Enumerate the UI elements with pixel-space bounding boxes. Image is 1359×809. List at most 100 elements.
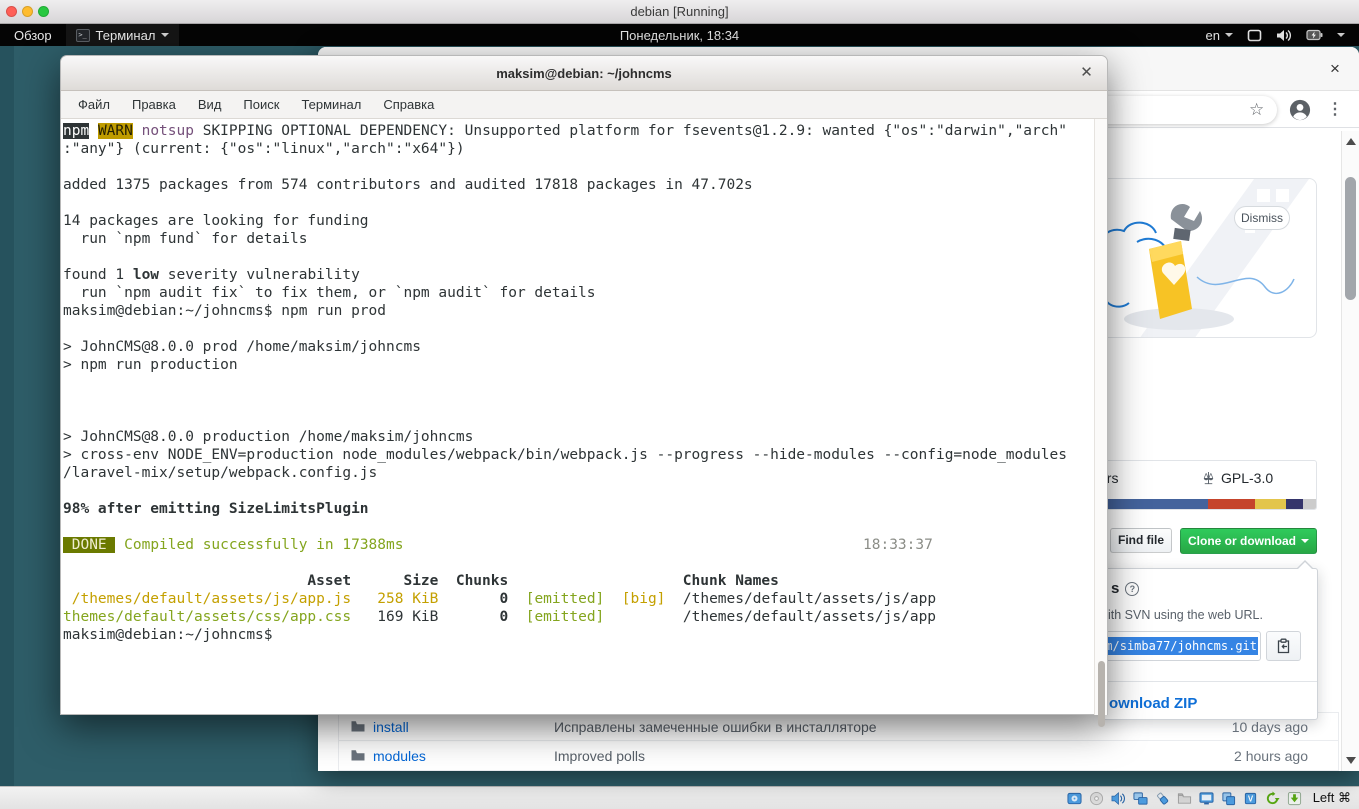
windows-icon: [1221, 791, 1236, 806]
terminal-scrollbar-thumb[interactable]: [1098, 661, 1105, 727]
screen-icon: [1247, 29, 1262, 42]
language-segment: [1286, 499, 1303, 509]
file-link[interactable]: modules: [373, 748, 426, 764]
app-menu-button[interactable]: >_ Терминал: [66, 24, 180, 46]
terminal-line: [63, 194, 1091, 212]
scrollbar-thumb[interactable]: [1345, 177, 1356, 300]
cpu-features-icon: V: [1243, 791, 1258, 806]
clone-button-label: Clone or download: [1188, 534, 1296, 548]
bookmark-star-icon[interactable]: ☆: [1249, 100, 1264, 120]
terminal-line: run `npm audit fix` to fix them, or `npm…: [63, 284, 1091, 302]
harddisk-icon: [1067, 791, 1082, 806]
app-menu-label: Терминал: [96, 28, 156, 43]
help-icon[interactable]: ?: [1125, 582, 1139, 596]
system-menu-chevron-icon[interactable]: [1337, 33, 1345, 37]
close-icon[interactable]: ×: [1325, 59, 1345, 79]
clipboard-icon: [1276, 638, 1291, 654]
page-scrollbar[interactable]: [1341, 131, 1359, 771]
language-segment: [1208, 499, 1255, 509]
terminal-line: themes/default/assets/css/app.css 169 Ki…: [63, 608, 1091, 626]
terminal-line: 98% after emitting SizeLimitsPlugin: [63, 500, 1091, 518]
clone-url-selected-text: m/simba77/johncms.git: [1104, 637, 1258, 655]
terminal-line: [63, 518, 1091, 536]
profile-avatar[interactable]: [1289, 99, 1311, 121]
terminal-scrollbar[interactable]: [1094, 119, 1107, 715]
terminal-line: DONE Compiled successfully in 17388ms18:…: [63, 536, 1091, 554]
terminal-line: > npm run production: [63, 356, 1091, 374]
terminal-line: > JohnCMS@8.0.0 production /home/maksim/…: [63, 428, 1091, 446]
mouse-integration-icon: [1265, 791, 1280, 806]
browser-menu-icon[interactable]: ⋮: [1327, 99, 1343, 119]
menu-item[interactable]: Файл: [67, 97, 121, 112]
license-stat[interactable]: GPL-3.0: [1201, 470, 1273, 486]
scroll-up-arrow-icon[interactable]: [1346, 138, 1356, 145]
battery-charging-icon[interactable]: [1306, 29, 1323, 41]
svg-text:V: V: [1248, 794, 1254, 803]
keyboard-layout-label: en: [1206, 28, 1220, 43]
commit-age: 2 hours ago: [1234, 748, 1308, 764]
terminal-line: found 1 low severity vulnerability: [63, 266, 1091, 284]
host-window-titlebar: debian [Running]: [0, 0, 1359, 24]
caret-down-icon: [1301, 539, 1309, 543]
folder-icon: [351, 749, 365, 762]
terminal-line: maksim@debian:~/johncms$: [63, 626, 1091, 644]
chevron-down-icon: [1225, 33, 1233, 37]
menu-item[interactable]: Вид: [187, 97, 233, 112]
terminal-menubar: ФайлПравкаВидПоискТерминалСправка: [61, 91, 1107, 119]
menu-item[interactable]: Поиск: [232, 97, 290, 112]
close-icon[interactable]: ✕: [1076, 63, 1097, 84]
find-file-button[interactable]: Find file: [1110, 528, 1172, 553]
terminal-line: > cross-env NODE_ENV=production node_mod…: [63, 446, 1091, 464]
clone-url-input[interactable]: m/simba77/johncms.git: [1101, 631, 1261, 661]
terminal-line: [63, 554, 1091, 572]
popover-caret: [1296, 560, 1314, 569]
table-row: modules Improved polls 2 hours ago: [338, 740, 1339, 771]
terminal-titlebar[interactable]: maksim@debian: ~/johncms ✕: [61, 56, 1107, 91]
shared-folder-icon: [1177, 791, 1192, 806]
commit-message[interactable]: Improved polls: [554, 748, 645, 764]
network-icon: [1133, 791, 1148, 806]
terminal-line: [63, 374, 1091, 392]
menu-item[interactable]: Правка: [121, 97, 187, 112]
terminal-window: maksim@debian: ~/johncms ✕ ФайлПравкаВид…: [60, 55, 1108, 715]
dismiss-button[interactable]: Dismiss: [1234, 206, 1290, 230]
terminal-line: /laravel-mix/setup/webpack.config.js: [63, 464, 1091, 482]
optical-disc-icon: [1089, 791, 1104, 806]
host-key-indicator: Left ⌘: [1313, 790, 1351, 806]
copy-to-clipboard-button[interactable]: [1266, 631, 1301, 661]
usb-icon: [1155, 791, 1170, 806]
scroll-down-arrow-icon[interactable]: [1346, 757, 1356, 764]
mascot-illustration: [1079, 179, 1317, 338]
volume-icon[interactable]: [1276, 29, 1292, 42]
terminal-line: Asset Size Chunks Chunk Names: [63, 572, 1091, 590]
activities-button[interactable]: Обзор: [0, 24, 66, 46]
terminal-line: added 1375 packages from 574 contributor…: [63, 176, 1091, 194]
menu-item[interactable]: Справка: [372, 97, 445, 112]
law-scales-icon: [1201, 471, 1216, 486]
chevron-down-icon: [161, 33, 169, 37]
gnome-top-bar: Обзор >_ Терминал Понедельник, 18:34 en: [0, 24, 1359, 46]
popover-footer: ownload ZIP: [1101, 681, 1317, 721]
terminal-line: [63, 410, 1091, 428]
terminal-line: [63, 392, 1091, 410]
clone-or-download-button[interactable]: Clone or download: [1180, 528, 1317, 554]
host-window-title: debian [Running]: [0, 0, 1359, 24]
keyboard-capture-icon: [1287, 791, 1302, 806]
keyboard-layout-indicator[interactable]: en: [1206, 28, 1233, 43]
repo-stats-box: ors GPL-3.0: [1078, 460, 1317, 510]
clock[interactable]: Понедельник, 18:34: [0, 28, 1359, 43]
language-segment: [1255, 499, 1287, 509]
download-zip-link[interactable]: ownload ZIP: [1109, 695, 1197, 712]
terminal-line: run `npm fund` for details: [63, 230, 1091, 248]
desktop: debian [Running] Обзор >_ Терминал Понед…: [0, 0, 1359, 809]
terminal-line: > JohnCMS@8.0.0 prod /home/maksim/johncm…: [63, 338, 1091, 356]
commit-message[interactable]: Исправлены замеченные ошибки в инсталлят…: [554, 719, 877, 735]
file-link[interactable]: install: [373, 719, 409, 735]
language-bar[interactable]: [1079, 499, 1316, 509]
terminal-line: 14 packages are looking for funding: [63, 212, 1091, 230]
terminal-output[interactable]: npm WARN notsup SKIPPING OPTIONAL DEPEND…: [61, 119, 1107, 714]
menu-item[interactable]: Терминал: [290, 97, 372, 112]
license-label: GPL-3.0: [1221, 470, 1273, 486]
vbox-status-bar: V Left ⌘: [0, 786, 1359, 809]
terminal-line: [63, 482, 1091, 500]
